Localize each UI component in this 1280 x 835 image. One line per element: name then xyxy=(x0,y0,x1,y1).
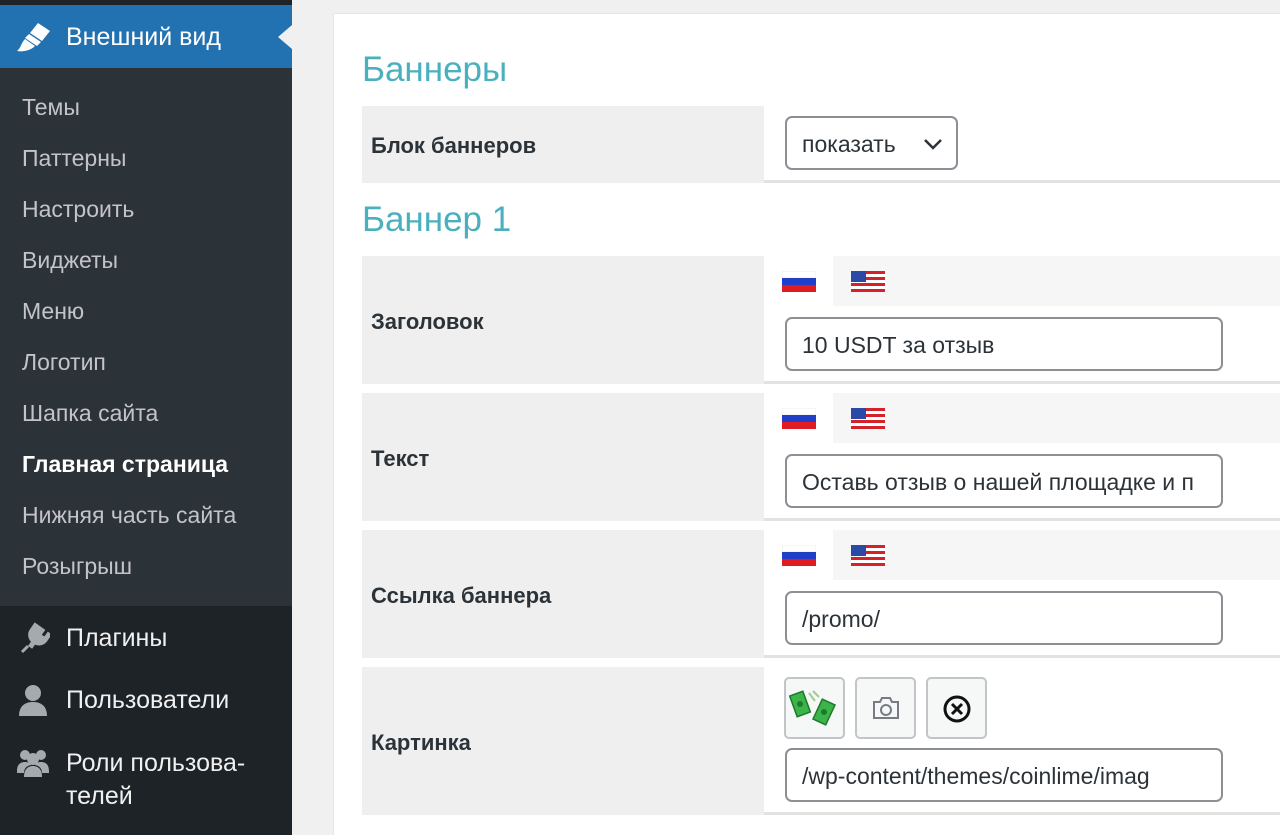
ru-flag-icon xyxy=(782,271,816,292)
text-input-value: Оставь отзыв о нашей площадке и п xyxy=(802,469,1194,495)
text-field-label: Текст xyxy=(371,446,430,471)
plugins-icon xyxy=(20,622,50,654)
banner-block-select[interactable]: показать xyxy=(785,116,958,170)
title-lang-tabs xyxy=(764,256,1280,306)
submenu-item-footer[interactable]: Нижняя часть сайта xyxy=(22,502,236,529)
menu-plugins[interactable]: Плагины xyxy=(0,608,292,668)
lang-tab-ru[interactable] xyxy=(764,530,833,580)
section-title-banner-1: Баннер 1 xyxy=(362,200,512,239)
admin-sidebar: Внешний вид Темы Паттерны Настроить Видж… xyxy=(0,0,292,835)
row-label-banner-block: Блок баннеров xyxy=(362,106,764,183)
link-input[interactable]: /promo/ xyxy=(785,591,1223,645)
title-field-label: Заголовок xyxy=(371,309,484,334)
ru-flag-icon xyxy=(782,545,816,566)
submenu-item-giveaway[interactable]: Розыгрыш xyxy=(22,553,132,580)
menu-appearance[interactable]: Внешний вид xyxy=(0,5,292,68)
users-group-icon xyxy=(17,750,49,777)
link-field-label: Ссылка баннера xyxy=(371,583,552,608)
active-menu-pointer xyxy=(278,25,292,49)
remove-image-button[interactable] xyxy=(926,677,987,739)
section-title-banners: Баннеры xyxy=(362,50,508,89)
row-label-text: Текст xyxy=(362,393,764,521)
lang-tab-ru[interactable] xyxy=(764,393,833,443)
money-image xyxy=(789,690,836,726)
lang-tab-en[interactable] xyxy=(833,256,902,306)
close-circle-icon xyxy=(943,695,971,723)
menu-appearance-label: Внешний вид xyxy=(66,23,221,51)
title-input-value: 10 USDT за отзыв xyxy=(802,332,995,358)
menu-user-roles-line1: Роли пользова- xyxy=(66,749,246,777)
submenu-item-logo[interactable]: Логотип xyxy=(22,349,106,376)
row-label-link: Ссылка баннера xyxy=(362,530,764,658)
paintbrush-icon xyxy=(17,23,50,52)
link-lang-tabs xyxy=(764,530,1280,580)
lang-tab-ru[interactable] xyxy=(764,256,833,306)
submenu-item-header[interactable]: Шапка сайта xyxy=(22,400,158,427)
menu-users-label: Пользователи xyxy=(66,686,230,714)
row-label-image: Картинка xyxy=(362,667,764,815)
upload-image-button[interactable] xyxy=(855,677,916,739)
title-input[interactable]: 10 USDT за отзыв xyxy=(785,317,1223,371)
user-icon xyxy=(19,685,47,716)
submenu-item-widgets[interactable]: Виджеты xyxy=(22,247,118,274)
lang-tab-en[interactable] xyxy=(833,530,902,580)
us-flag-icon xyxy=(851,545,885,566)
submenu-item-themes[interactable]: Темы xyxy=(22,94,80,121)
menu-user-roles-line2: телей xyxy=(66,782,133,810)
text-lang-tabs xyxy=(764,393,1280,443)
us-flag-icon xyxy=(851,408,885,429)
image-preview-thumbnail[interactable] xyxy=(784,677,845,739)
menu-user-roles[interactable]: Роли пользова- телей xyxy=(0,733,292,813)
image-url-input-value: /wp-content/themes/coinlime/imag xyxy=(802,763,1150,789)
row-label-title: Заголовок xyxy=(362,256,764,384)
lang-tab-en[interactable] xyxy=(833,393,902,443)
us-flag-icon xyxy=(851,271,885,292)
menu-user-roles-label: Роли пользова- телей xyxy=(66,747,245,813)
appearance-submenu: Темы Паттерны Настроить Виджеты Меню Лог… xyxy=(0,68,292,606)
ru-flag-icon xyxy=(782,408,816,429)
banner-block-select-value: показать xyxy=(802,131,896,157)
submenu-item-patterns[interactable]: Паттерны xyxy=(22,145,126,172)
menu-plugins-label: Плагины xyxy=(66,624,168,652)
image-field-label: Картинка xyxy=(371,730,471,755)
link-input-value: /promo/ xyxy=(802,606,880,632)
image-url-input[interactable]: /wp-content/themes/coinlime/imag xyxy=(785,748,1223,802)
camera-icon xyxy=(873,697,899,719)
banner-block-label: Блок баннеров xyxy=(371,133,537,158)
submenu-item-homepage[interactable]: Главная страница xyxy=(22,451,228,478)
chevron-down-icon xyxy=(924,139,942,150)
submenu-item-customize[interactable]: Настроить xyxy=(22,196,134,223)
submenu-item-menus[interactable]: Меню xyxy=(22,298,84,325)
menu-users[interactable]: Пользователи xyxy=(0,670,292,730)
text-input[interactable]: Оставь отзыв о нашей площадке и п xyxy=(785,454,1223,508)
